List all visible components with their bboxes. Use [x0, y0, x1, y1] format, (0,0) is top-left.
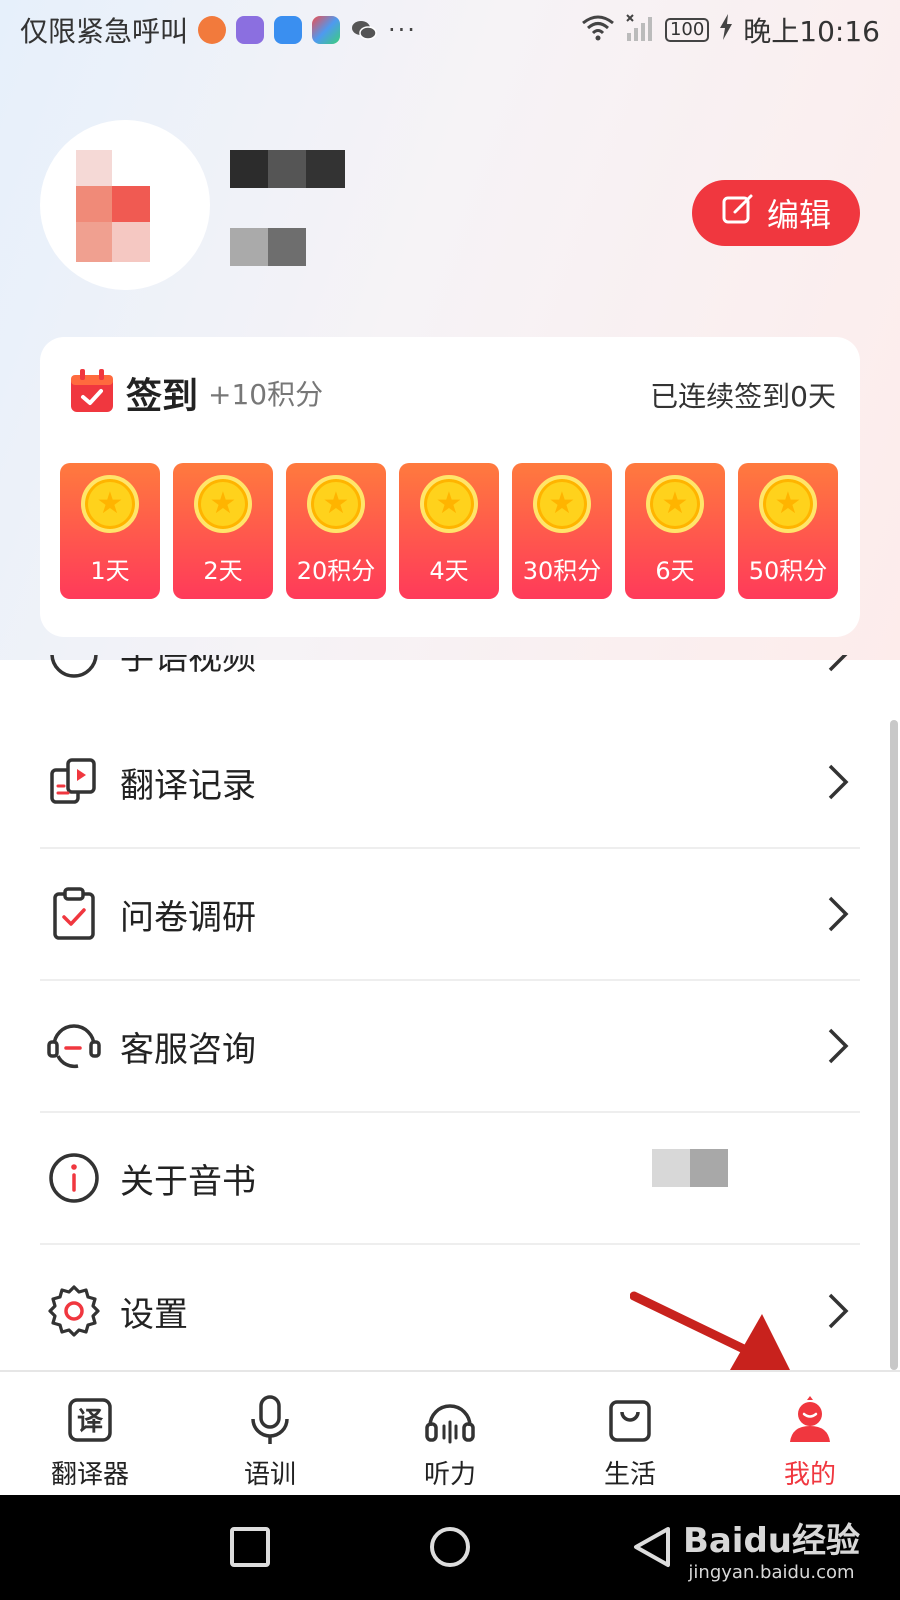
- menu-item-label: 设置: [120, 1294, 188, 1335]
- survey-clipboard-icon: [44, 884, 104, 944]
- translation-record-icon: [44, 752, 104, 812]
- system-nav-bar: Baidu经验 jingyan.baidu.com: [0, 1495, 900, 1600]
- coin-star-icon: ★: [81, 475, 139, 533]
- menu-item-label: 客服咨询: [120, 1029, 256, 1070]
- tab-listening[interactable]: 听力: [360, 1372, 540, 1495]
- baidu-watermark: Baidu经验 jingyan.baidu.com: [683, 1513, 860, 1583]
- checkin-day-2[interactable]: ★ 2天: [173, 463, 273, 599]
- menu-item-survey[interactable]: 问卷调研: [40, 849, 860, 981]
- user-id-blurred: [230, 228, 306, 266]
- checkin-day-7[interactable]: ★ 50积分: [738, 463, 838, 599]
- tab-speech-training[interactable]: 语训: [180, 1372, 360, 1495]
- scrollbar[interactable]: [890, 720, 898, 1370]
- checkin-day-3[interactable]: ★ 20积分: [286, 463, 386, 599]
- video-icon: [44, 655, 104, 684]
- day-label: 6天: [655, 557, 695, 585]
- shopping-bag-icon: [604, 1394, 656, 1446]
- profile-icon: [784, 1394, 836, 1446]
- day-label: 2天: [203, 557, 243, 585]
- home-button[interactable]: [428, 1525, 472, 1569]
- menu-item-label: 手语视频: [120, 655, 256, 678]
- avatar[interactable]: [40, 120, 210, 290]
- calendar-icon: [68, 367, 116, 419]
- tab-label: 翻译器: [50, 1460, 129, 1490]
- menu-item-label: 关于音书: [120, 1161, 256, 1202]
- day-label: 4天: [429, 557, 469, 585]
- chevron-right-icon: [828, 896, 849, 932]
- customer-service-icon: [44, 1016, 104, 1076]
- menu-item-partial[interactable]: 手语视频: [0, 655, 900, 717]
- signal-icon: [625, 13, 655, 48]
- checkin-day-4[interactable]: ★ 4天: [399, 463, 499, 599]
- charging-icon: [719, 13, 733, 47]
- battery-indicator: 100: [664, 18, 710, 42]
- checkin-day-6[interactable]: ★ 6天: [625, 463, 725, 599]
- username-blurred: [230, 150, 345, 188]
- coin-star-icon: ★: [646, 475, 704, 533]
- edit-icon: [721, 192, 755, 234]
- microphone-icon: [244, 1394, 296, 1446]
- svg-text:译: 译: [77, 1407, 104, 1437]
- version-blurred: [652, 1149, 728, 1187]
- bottom-tab-bar: 译 翻译器 语训 听力 生活 我的: [0, 1370, 900, 1495]
- menu-item-label: 翻译记录: [120, 765, 256, 806]
- day-label: 1天: [90, 557, 130, 585]
- coin-star-icon: ★: [420, 475, 478, 533]
- tab-translator[interactable]: 译 翻译器: [0, 1372, 180, 1495]
- gear-icon: [44, 1281, 104, 1341]
- menu-item-about[interactable]: 关于音书: [40, 1113, 860, 1245]
- checkin-day-5[interactable]: ★ 30积分: [512, 463, 612, 599]
- coin-star-icon: ★: [759, 475, 817, 533]
- edit-label: 编辑: [766, 196, 831, 234]
- menu-item-label: 问卷调研: [120, 897, 256, 938]
- tab-life[interactable]: 生活: [540, 1372, 720, 1495]
- coin-star-icon: ★: [307, 475, 365, 533]
- translator-icon: 译: [64, 1394, 116, 1446]
- coin-star-icon: ★: [194, 475, 252, 533]
- app-purple-icon: [236, 16, 265, 44]
- day-label: 30积分: [522, 557, 602, 585]
- menu-item-customer-service[interactable]: 客服咨询: [40, 981, 860, 1113]
- checkin-title: 签到: [126, 376, 199, 417]
- checkin-day-1[interactable]: ★ 1天: [60, 463, 160, 599]
- tab-label: 我的: [783, 1460, 836, 1490]
- checkin-day-row: ★ 1天 ★ 2天 ★ 20积分 ★ 4天 ★ 30积分 ★ 6天 ★ 50积分: [60, 463, 838, 599]
- checkin-points: +10积分: [208, 378, 324, 411]
- tab-label: 语训: [243, 1460, 296, 1490]
- status-bar: 仅限紧急呼叫 ··· 100 晚上10:16: [0, 0, 900, 60]
- chevron-right-icon: [828, 655, 848, 672]
- headphones-icon: [424, 1394, 476, 1446]
- checkin-card: 签到 +10积分 已连续签到0天 ★ 1天 ★ 2天 ★ 20积分 ★ 4天 ★…: [40, 337, 860, 637]
- annotation-arrow-icon: [630, 1291, 790, 1370]
- watermark-sub: jingyan.baidu.com: [688, 1562, 855, 1583]
- wechat-icon: [350, 16, 378, 44]
- checkin-streak: 已连续签到0天: [650, 380, 836, 413]
- carrier-text: 仅限紧急呼叫: [20, 15, 189, 48]
- chevron-right-icon: [828, 1028, 849, 1064]
- tab-mine[interactable]: 我的: [720, 1372, 900, 1495]
- chevron-right-icon: [828, 764, 849, 800]
- clock: 晚上10:16: [743, 15, 880, 48]
- day-label: 20积分: [296, 557, 376, 585]
- day-label: 50积分: [748, 557, 828, 585]
- info-icon: [44, 1148, 104, 1208]
- watermark-main: Baidu经验: [682, 1521, 860, 1561]
- recent-apps-button[interactable]: [228, 1525, 272, 1569]
- chevron-right-icon: [828, 1293, 849, 1329]
- more-notifications-indicator: ···: [388, 16, 417, 44]
- menu-item-translation-record[interactable]: 翻译记录: [40, 717, 860, 849]
- coin-star-icon: ★: [533, 475, 591, 533]
- back-button[interactable]: [630, 1525, 674, 1569]
- edit-profile-button[interactable]: 编辑: [692, 180, 860, 246]
- tab-label: 生活: [603, 1460, 656, 1490]
- tab-label: 听力: [423, 1460, 476, 1490]
- browser-icon: [312, 16, 341, 44]
- weibo-icon: [198, 16, 227, 44]
- wifi-icon: [581, 13, 615, 48]
- bulb-app-icon: [274, 16, 303, 44]
